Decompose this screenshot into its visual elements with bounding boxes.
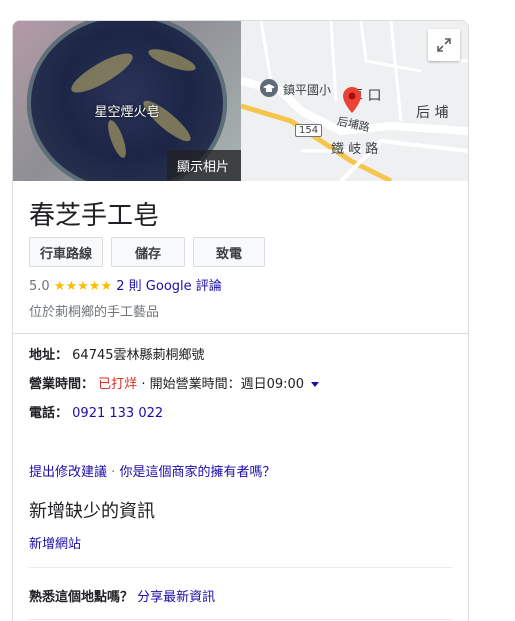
photo-caption: 星空煙火皂	[94, 105, 160, 120]
star-rating-icon: ★★★★★	[53, 279, 113, 294]
map-road-number: 154	[295, 124, 323, 137]
share-updates-link[interactable]: 分享最新資訊	[137, 590, 215, 605]
reviews-link[interactable]: 2 則 Google 評論	[116, 279, 222, 294]
edit-links-row: 提出修改建議 · 你是這個商家的擁有者嗎？	[29, 461, 275, 480]
expand-map-button[interactable]	[428, 29, 460, 61]
address-row: 地址： 64745雲林縣莿桐鄉號	[29, 344, 205, 363]
chevron-down-icon[interactable]	[311, 382, 320, 387]
map-label-road2: 鐵 岐 路	[331, 142, 379, 157]
phone-row: 電話： 0921 133 022	[29, 402, 163, 421]
call-button[interactable]: 致電	[193, 237, 265, 267]
business-name: 春芝手工皂	[29, 201, 160, 231]
knowledge-panel: 星空煙火皂 顯示相片 鎮平國小 車 口 后 埔 154 后埔路 鐵 岐 路 春芝…	[12, 20, 469, 621]
soap-fleck	[146, 44, 198, 76]
phone-label: 電話：	[29, 406, 69, 421]
expand-icon	[437, 38, 451, 52]
business-category: 位於莿桐鄉的手工藝品	[29, 305, 160, 320]
business-photo[interactable]: 星空煙火皂 顯示相片	[13, 21, 241, 181]
rating-row: 5.0 ★★★★★ 2 則 Google 評論	[29, 275, 222, 294]
hours-label: 營業時間：	[29, 377, 95, 392]
address-label: 地址：	[29, 348, 69, 363]
hours-status: 已打烊	[98, 377, 138, 392]
soap-fleck	[104, 118, 130, 160]
school-icon	[259, 78, 279, 101]
map-pin-icon	[343, 87, 361, 116]
phone-link[interactable]: 0921 133 022	[72, 406, 163, 421]
familiar-row: 熟悉這個地點嗎？ 分享最新資訊	[29, 586, 215, 605]
map-label-area2: 后 埔	[416, 105, 449, 121]
divider	[13, 333, 468, 334]
hours-open: · 開始營業時間：週日09:00	[141, 377, 305, 392]
map-thumbnail[interactable]: 鎮平國小 車 口 后 埔 154 后埔路 鐵 岐 路	[241, 21, 468, 181]
save-button[interactable]: 儲存	[111, 237, 185, 267]
divider	[29, 567, 453, 568]
familiar-question: 熟悉這個地點嗎？	[29, 590, 134, 605]
map-label-school: 鎮平國小	[283, 83, 332, 97]
divider	[29, 619, 453, 620]
owner-link[interactable]: 你是這個商家的擁有者嗎？	[119, 465, 275, 480]
soap-fleck	[66, 46, 138, 100]
add-website-link[interactable]: 新增網站	[29, 533, 81, 552]
rating-score: 5.0	[29, 279, 50, 294]
hours-row[interactable]: 營業時間： 已打烊 · 開始營業時間：週日09:00	[29, 373, 320, 392]
directions-button[interactable]: 行車路線	[29, 237, 103, 267]
separator: ·	[111, 465, 116, 480]
show-photos-button[interactable]: 顯示相片	[166, 150, 241, 181]
missing-info-heading: 新增缺少的資訊	[29, 501, 155, 522]
address-value: 64745雲林縣莿桐鄉號	[72, 348, 205, 363]
suggest-edit-link[interactable]: 提出修改建議	[29, 465, 107, 480]
